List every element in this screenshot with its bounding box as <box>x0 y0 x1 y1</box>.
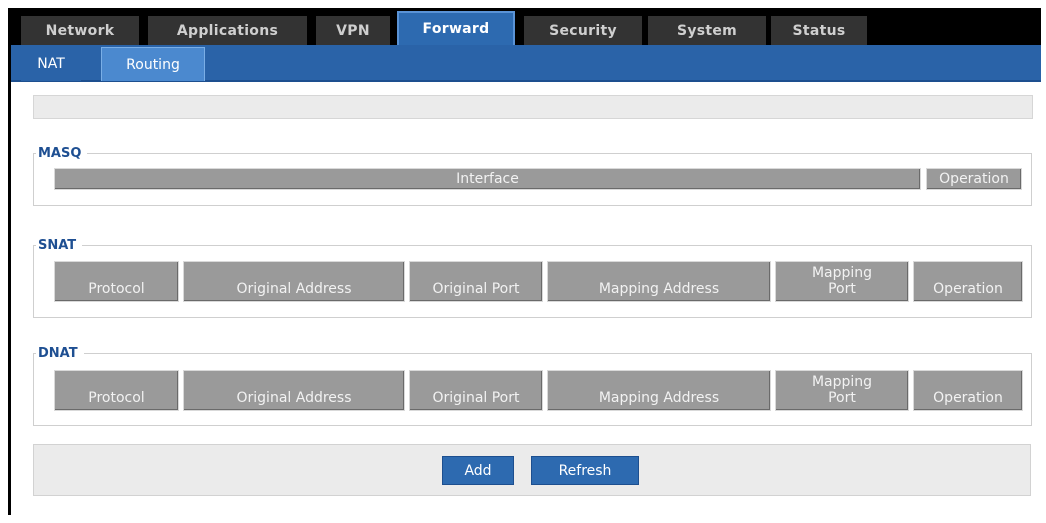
subtab-nat[interactable]: NAT <box>21 47 81 81</box>
masq-header-operation: Operation <box>926 168 1022 190</box>
app-frame: Network Applications VPN Forward Securit… <box>8 8 1041 515</box>
main-tab-bar: Network Applications VPN Forward Securit… <box>11 8 1041 45</box>
snat-header-mapping-address: Mapping Address <box>547 261 771 302</box>
dnat-header-mapping-port: Mapping Port <box>775 370 909 411</box>
tab-status[interactable]: Status <box>771 16 867 45</box>
snat-header-original-address: Original Address <box>183 261 405 302</box>
message-strip <box>33 95 1033 119</box>
tab-forward[interactable]: Forward <box>397 11 515 45</box>
snat-header-original-port: Original Port <box>409 261 543 302</box>
masq-header-interface: Interface <box>54 168 921 190</box>
tab-vpn[interactable]: VPN <box>316 16 390 45</box>
sub-tab-bar: NAT Routing <box>11 45 1041 82</box>
dnat-header-original-port: Original Port <box>409 370 543 411</box>
dnat-header-original-address: Original Address <box>183 370 405 411</box>
masq-legend: MASQ <box>38 146 82 161</box>
tab-network[interactable]: Network <box>21 16 139 45</box>
refresh-button[interactable]: Refresh <box>531 456 639 485</box>
action-bar: Add Refresh <box>33 444 1031 496</box>
tab-system[interactable]: System <box>648 16 766 45</box>
add-button[interactable]: Add <box>442 456 514 485</box>
dnat-header-mapping-address: Mapping Address <box>547 370 771 411</box>
snat-header-protocol: Protocol <box>54 261 179 302</box>
tab-applications[interactable]: Applications <box>148 16 307 45</box>
tab-security[interactable]: Security <box>524 16 642 45</box>
dnat-header-operation: Operation <box>913 370 1023 411</box>
snat-header-mapping-port: Mapping Port <box>775 261 909 302</box>
subtab-routing[interactable]: Routing <box>101 47 205 81</box>
snat-legend: SNAT <box>38 238 77 253</box>
dnat-legend: DNAT <box>38 346 78 361</box>
dnat-header-protocol: Protocol <box>54 370 179 411</box>
snat-header-operation: Operation <box>913 261 1023 302</box>
